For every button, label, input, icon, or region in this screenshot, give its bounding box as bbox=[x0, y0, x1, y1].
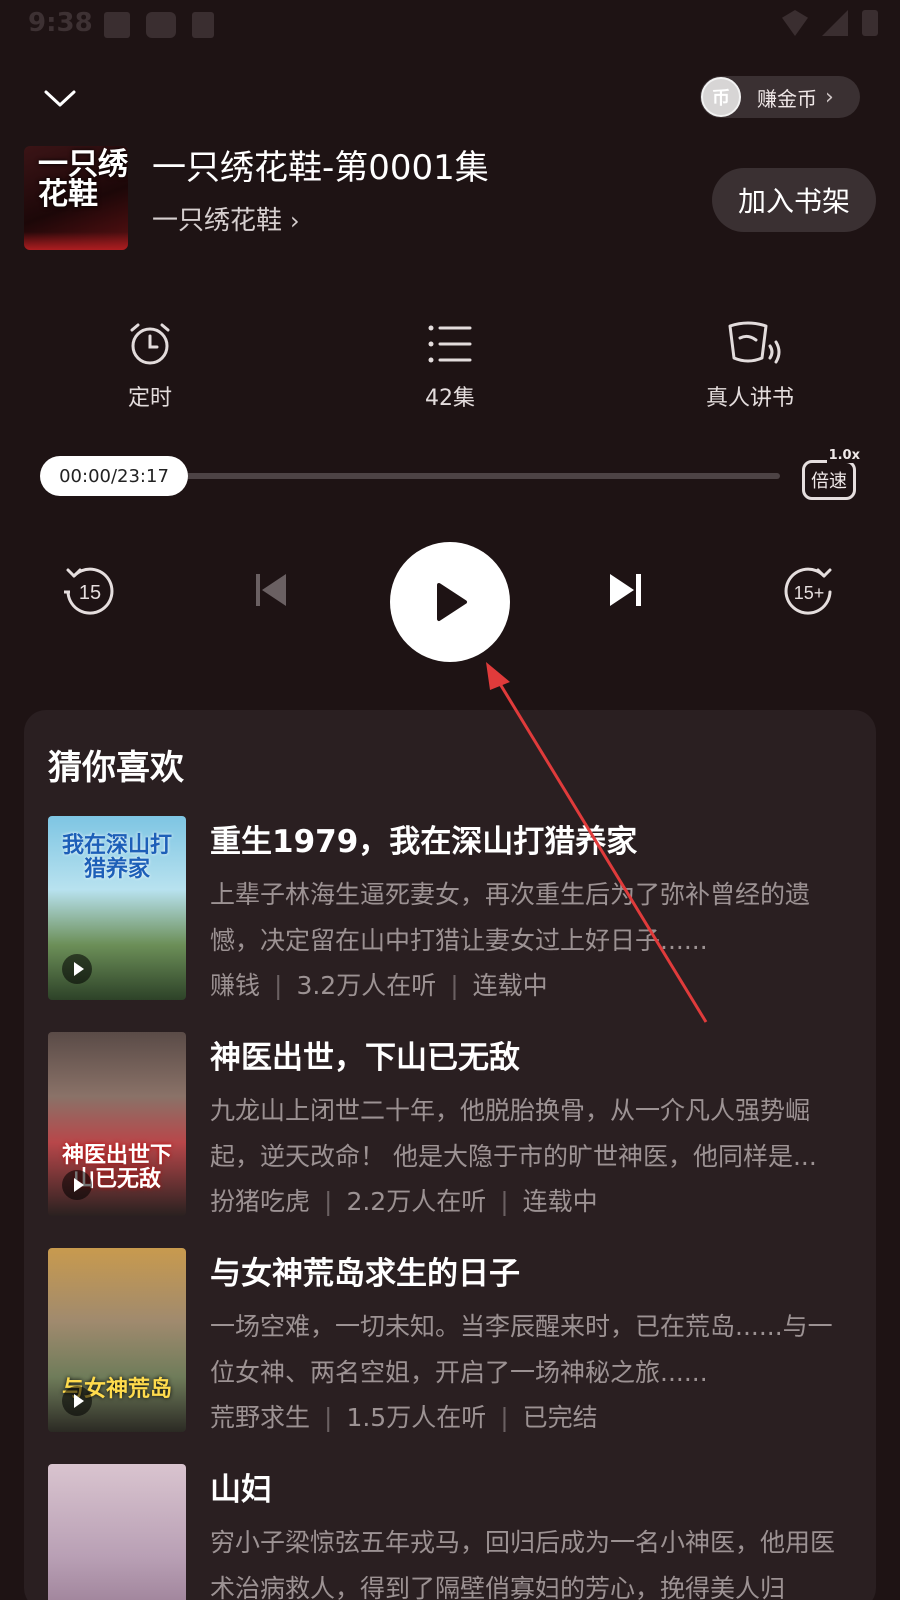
book-title: 重生1979，我在深山打猎养家 bbox=[210, 824, 638, 860]
rewind-15-icon: 15 bbox=[64, 567, 114, 615]
book-description: 上辈子林海生逼死妻女，再次重生后为了弥补曾经的遗憾，决定留在山中打猎让妻女过上好… bbox=[210, 880, 811, 955]
book-meta: 扮猪吃虎 | 2.2万人在听 | 连载中 bbox=[210, 1182, 598, 1218]
earn-coins-label: 赚金币 bbox=[757, 86, 817, 111]
book-name-link[interactable]: 一只绣花鞋 › bbox=[152, 200, 300, 237]
chevron-right-icon: › bbox=[825, 84, 834, 110]
divider: | bbox=[324, 1403, 333, 1432]
play-icon[interactable] bbox=[62, 954, 92, 984]
book-listeners: 1.5万人在听 bbox=[346, 1403, 487, 1432]
episodes-label: 42集 bbox=[425, 386, 475, 411]
book-listeners: 3.2万人在听 bbox=[296, 971, 437, 1000]
divider: | bbox=[500, 1187, 509, 1216]
progress-time-thumb[interactable]: 00:00/23:17 bbox=[40, 456, 188, 496]
book-cover[interactable] bbox=[48, 1464, 186, 1600]
divider: | bbox=[500, 1403, 509, 1432]
app-notification-icon bbox=[146, 12, 176, 38]
skip-previous-icon bbox=[256, 574, 286, 606]
book-cover[interactable]: 我在深山打猎养家 bbox=[48, 816, 186, 1000]
book-author: 扮猪吃虎 bbox=[210, 1187, 311, 1216]
book-cover[interactable]: 神医出世下山已无敌 bbox=[48, 1032, 186, 1216]
playback-speed-button[interactable]: 倍速 1.0x bbox=[800, 448, 862, 502]
alert-notification-icon bbox=[192, 12, 214, 38]
coin-icon: 币 bbox=[701, 77, 741, 117]
book-status: 连载中 bbox=[522, 1187, 598, 1216]
earn-coins-button[interactable]: 币 赚金币 › bbox=[700, 76, 860, 118]
cup-sound-icon bbox=[726, 320, 781, 368]
book-title: 山妇 bbox=[210, 1472, 272, 1508]
book-status: 已完结 bbox=[522, 1403, 598, 1432]
previous-episode-button[interactable] bbox=[250, 568, 294, 616]
svg-text:15+: 15+ bbox=[794, 583, 825, 603]
forward-15-button[interactable]: 15+ bbox=[782, 562, 838, 622]
cover-glow bbox=[24, 232, 128, 250]
play-icon[interactable] bbox=[62, 1386, 92, 1416]
book-description: 一场空难，一切未知。当李辰醒来时，已在荒岛......与一位女神、两名空姐，开启… bbox=[210, 1312, 833, 1387]
next-episode-button[interactable] bbox=[604, 568, 648, 616]
book-author: 荒野求生 bbox=[210, 1403, 311, 1432]
list-item[interactable]: 神医出世下山已无敌 神医出世，下山已无敌 九龙山上闭世二十年，他脱胎换骨，从一介… bbox=[48, 1032, 858, 1222]
recommendation-title: 猜你喜欢 bbox=[48, 748, 184, 788]
play-button[interactable] bbox=[390, 542, 510, 662]
book-status: 连载中 bbox=[472, 971, 548, 1000]
book-title: 神医出世，下山已无敌 bbox=[210, 1040, 520, 1076]
list-item[interactable]: 我在深山打猎养家 重生1979，我在深山打猎养家 上辈子林海生逼死妻女，再次重生… bbox=[48, 816, 858, 1006]
status-time: 9:38 bbox=[28, 8, 93, 38]
list-item[interactable]: 山妇 穷小子梁惊弦五年戎马，回归后成为一名小神医，他用医术治病救人，得到了隔壁俏… bbox=[48, 1464, 858, 1600]
wifi-icon bbox=[782, 10, 808, 36]
svg-text:15: 15 bbox=[79, 582, 101, 604]
book-cover-title: 一只绣花鞋 bbox=[38, 147, 128, 212]
chevron-right-icon: › bbox=[290, 207, 300, 235]
play-icon[interactable] bbox=[62, 1170, 92, 1200]
book-author: 赚钱 bbox=[210, 971, 261, 1000]
battery-icon bbox=[862, 10, 878, 36]
cover-title: 我在深山打猎养家 bbox=[61, 833, 172, 882]
book-name-label: 一只绣花鞋 bbox=[152, 206, 283, 236]
list-icon bbox=[426, 320, 474, 368]
book-description: 穷小子梁惊弦五年戎马，回归后成为一名小神医，他用医术治病救人，得到了隔壁俏寡妇的… bbox=[210, 1528, 836, 1600]
recommendation-panel: 猜你喜欢 我在深山打猎养家 重生1979，我在深山打猎养家 上辈子林海生逼死妻女… bbox=[24, 710, 876, 1600]
book-cover[interactable]: 与女神荒岛 bbox=[48, 1248, 186, 1432]
collapse-chevron-down-icon[interactable] bbox=[40, 78, 80, 118]
signal-icon bbox=[822, 10, 848, 36]
real-narrator-button[interactable]: 真人讲书 bbox=[680, 320, 820, 412]
speed-value: 1.0x bbox=[826, 448, 862, 463]
book-description: 九龙山上闭世二十年，他脱胎换骨，从一介凡人强势崛起，逆天改命！ 他是大隐于市的旷… bbox=[210, 1096, 817, 1171]
rewind-15-button[interactable]: 15 bbox=[60, 562, 116, 622]
play-icon bbox=[437, 583, 467, 621]
timer-button[interactable]: 定时 bbox=[80, 320, 220, 412]
forward-15-icon: 15+ bbox=[784, 567, 832, 615]
divider: | bbox=[324, 1187, 333, 1216]
book-title: 与女神荒岛求生的日子 bbox=[210, 1256, 520, 1292]
divider: | bbox=[450, 971, 459, 1000]
book-cover[interactable]: 一只绣花鞋 bbox=[24, 146, 128, 250]
add-to-bookshelf-button[interactable]: 加入书架 bbox=[712, 168, 876, 232]
skip-next-icon bbox=[610, 574, 641, 606]
speed-label: 倍速 bbox=[802, 460, 856, 500]
gallery-notification-icon bbox=[104, 12, 130, 38]
book-meta: 赚钱 | 3.2万人在听 | 连载中 bbox=[210, 966, 548, 1002]
episode-title: 一只绣花鞋-第0001集 bbox=[152, 148, 489, 188]
timer-label: 定时 bbox=[127, 386, 172, 411]
alarm-clock-icon bbox=[126, 320, 174, 368]
book-meta: 荒野求生 | 1.5万人在听 | 已完结 bbox=[210, 1398, 598, 1434]
status-bar: 9:38 bbox=[0, 0, 900, 48]
book-listeners: 2.2万人在听 bbox=[346, 1187, 487, 1216]
list-item[interactable]: 与女神荒岛 与女神荒岛求生的日子 一场空难，一切未知。当李辰醒来时，已在荒岛..… bbox=[48, 1248, 858, 1438]
real-narrator-label: 真人讲书 bbox=[705, 386, 794, 411]
progress-bar[interactable] bbox=[150, 473, 780, 479]
divider: | bbox=[274, 971, 283, 1000]
episodes-list-button[interactable]: 42集 bbox=[380, 320, 520, 412]
